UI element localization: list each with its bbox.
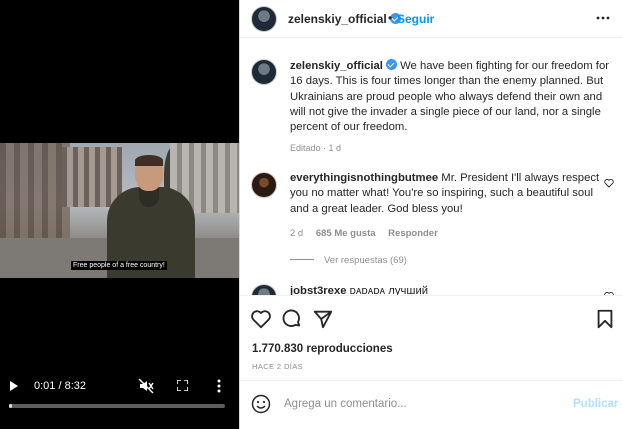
publish-button[interactable]: Publicar <box>573 398 618 410</box>
building-background <box>0 143 70 243</box>
heart-icon[interactable] <box>604 178 614 188</box>
avatar[interactable] <box>251 172 277 198</box>
avatar[interactable] <box>251 284 277 295</box>
video-progress-fill <box>9 404 13 408</box>
heart-icon[interactable] <box>250 308 272 330</box>
speaker-hair <box>135 155 163 166</box>
view-replies-label[interactable]: Ver respuestas (69) <box>324 255 407 266</box>
comment-likes[interactable]: 685 Me gusta <box>316 228 376 239</box>
comment-username[interactable]: jobst3rexe <box>290 285 347 295</box>
video-frame[interactable] <box>0 143 239 278</box>
post-caption: zelenskiy_official We have been fighting… <box>290 59 614 135</box>
video-subtitle: Free people of a free country! <box>71 261 167 270</box>
comments-scroll-area[interactable]: zelenskiy_official We have been fighting… <box>240 39 623 295</box>
video-progress-bar[interactable] <box>9 404 225 408</box>
comment-meta: 2 d 685 Me gusta Responder <box>290 228 448 239</box>
header-separator: • <box>388 11 393 25</box>
video-time: 0:01 / 8:32 <box>34 380 86 392</box>
add-comment-bar: Publicar <box>240 380 623 429</box>
avatar[interactable] <box>251 6 277 32</box>
caption-meta: Editado · 1 d <box>290 143 342 153</box>
follow-button[interactable]: Seguir <box>397 12 434 26</box>
play-icon[interactable] <box>10 381 18 391</box>
avatar[interactable] <box>251 59 277 85</box>
fullscreen-icon[interactable] <box>177 380 188 391</box>
comment: everythingisnothingbutmee Mr. President … <box>290 171 600 217</box>
post-details-panel: zelenskiy_official • Seguir zelenskiy_of… <box>239 0 623 429</box>
comment-text: ᴅᴀᴅᴀᴅᴀ лучший <box>349 285 429 295</box>
post-date: HACE 2 DÍAS <box>252 362 304 371</box>
header-username[interactable]: zelenskiy_official <box>288 12 401 26</box>
speaker-figure <box>101 153 201 278</box>
share-icon[interactable] <box>312 308 334 330</box>
view-count[interactable]: 1.770.830 reproducciones <box>252 343 393 355</box>
verified-badge-icon <box>385 59 397 70</box>
post-header: zelenskiy_official • Seguir <box>240 0 623 38</box>
bookmark-icon[interactable] <box>594 308 616 330</box>
view-replies-button[interactable]: Ver respuestas (69) <box>290 255 407 266</box>
horizontal-dots-icon[interactable] <box>595 10 611 26</box>
comment-username[interactable]: everythingisnothingbutmee <box>290 172 438 184</box>
comment: jobst3rexe ᴅᴀᴅᴀᴅᴀ лучший <box>290 285 428 295</box>
vertical-dots-icon[interactable] <box>217 379 221 393</box>
reply-button[interactable]: Responder <box>388 228 438 239</box>
replies-divider <box>290 259 314 260</box>
caption-username[interactable]: zelenskiy_official <box>290 60 383 72</box>
comment-input[interactable] <box>284 394 554 414</box>
header-username-text[interactable]: zelenskiy_official <box>288 12 387 26</box>
post-actions: 1.770.830 reproducciones HACE 2 DÍAS <box>240 295 623 377</box>
video-player[interactable]: Free people of a free country! 0:01 / 8:… <box>0 0 239 429</box>
volume-muted-icon[interactable] <box>138 378 154 394</box>
comment-age: 2 d <box>290 228 304 239</box>
emoji-icon[interactable] <box>251 394 271 414</box>
comment-icon[interactable] <box>281 308 303 330</box>
